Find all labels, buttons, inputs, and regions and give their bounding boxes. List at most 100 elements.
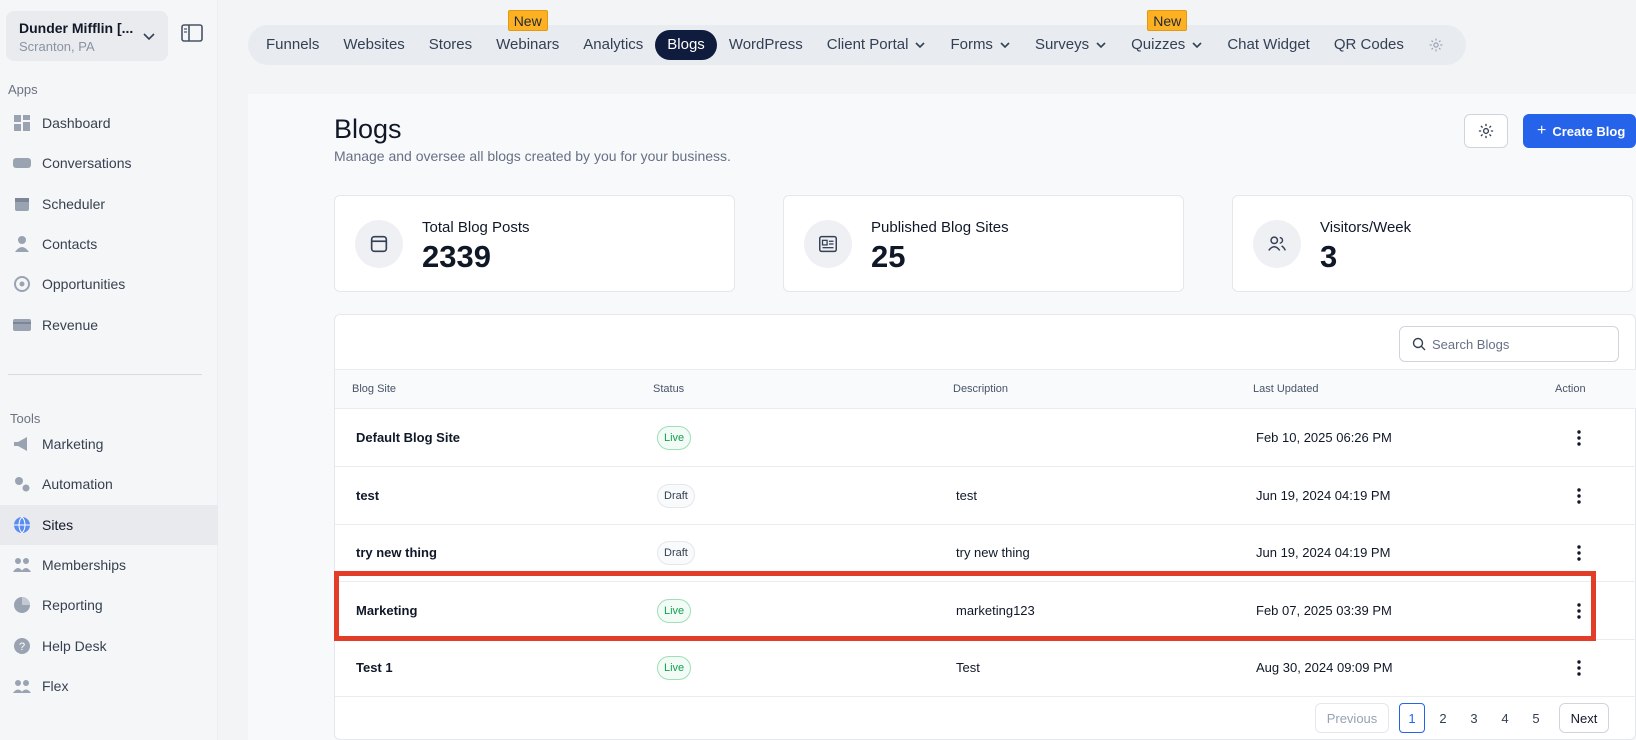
- tab-label: Chat Widget: [1227, 36, 1310, 53]
- previous-page-button[interactable]: Previous: [1315, 703, 1389, 733]
- chevron-down-icon: [915, 42, 926, 49]
- chevron-down-icon: [143, 33, 155, 41]
- calendar-page-icon: [355, 220, 403, 268]
- page-button[interactable]: 5: [1523, 703, 1549, 733]
- table-row[interactable]: test Draft test Jun 19, 2024 04:19 PM: [335, 468, 1636, 525]
- article-icon: [804, 220, 852, 268]
- page-button[interactable]: 1: [1399, 703, 1425, 733]
- sidebar-item-label: Opportunities: [42, 276, 126, 293]
- tab-label: Analytics: [583, 36, 644, 53]
- chevron-down-icon: [1192, 42, 1202, 49]
- create-blog-button[interactable]: + Create Blog: [1523, 114, 1636, 148]
- sidebar-item-dashboard[interactable]: Dashboard: [0, 103, 218, 143]
- status-badge: Live: [657, 656, 692, 680]
- sidebar-item-label: Sites: [42, 516, 74, 533]
- tab-client-portal[interactable]: Client Portal: [815, 30, 939, 60]
- blog-site-name[interactable]: Default Blog Site: [356, 430, 460, 445]
- tab-label: Funnels: [266, 36, 320, 53]
- column-header: Action: [1555, 383, 1586, 395]
- tab-blogs[interactable]: Blogs: [655, 30, 717, 60]
- target-icon: [12, 274, 32, 294]
- table-row[interactable]: Default Blog Site Live Feb 10, 2025 06:26 …: [335, 410, 1636, 467]
- sidebar-item-label: Revenue: [42, 316, 99, 333]
- tab-wordpress[interactable]: WordPress: [717, 30, 815, 60]
- blogs-table: Search Blogs Blog Site Status Descriptio…: [334, 314, 1636, 740]
- sidebar-item-opportunities[interactable]: Opportunities: [0, 264, 218, 304]
- new-badge: New: [1147, 10, 1188, 31]
- row-actions-button[interactable]: [1569, 428, 1589, 448]
- sidebar-item-sites[interactable]: Sites: [0, 504, 218, 545]
- table-row[interactable]: Test 1 Live Test Aug 30, 2024 09:09 PM: [335, 640, 1636, 697]
- page-button[interactable]: 3: [1461, 703, 1487, 733]
- blog-site-name[interactable]: Test 1: [356, 660, 393, 675]
- page-button[interactable]: 2: [1430, 703, 1456, 733]
- sidebar-item-scheduler[interactable]: Scheduler: [0, 184, 218, 224]
- last-updated: Jun 19, 2024 04:19 PM: [1256, 545, 1391, 560]
- stat-card: Published Blog Sites 25: [783, 195, 1184, 292]
- stat-value: 3: [1320, 239, 1338, 274]
- tab-label: WordPress: [728, 36, 803, 53]
- row-actions-button[interactable]: [1569, 486, 1589, 506]
- sidebar-item-contacts[interactable]: Contacts: [0, 224, 218, 264]
- page-subtitle: Manage and oversee all blogs created by …: [334, 148, 731, 164]
- stat-card: Total Blog Posts 2339: [334, 195, 735, 292]
- tab-funnels[interactable]: Funnels: [254, 30, 331, 60]
- tab-forms[interactable]: Forms: [938, 30, 1023, 60]
- sidebar-item-reporting[interactable]: Reporting: [0, 585, 218, 625]
- tab-webinars[interactable]: Webinars New: [484, 10, 571, 60]
- more-vertical-icon: [1577, 545, 1581, 561]
- top-navigation: Funnels Websites Stores Webinars New Analytic…: [248, 10, 1466, 65]
- stat-card: Visitors/Week 3: [1232, 195, 1633, 292]
- sidebar-item-help-desk[interactable]: ? Help Desk: [0, 626, 218, 666]
- tab-analytics[interactable]: Analytics: [571, 30, 655, 60]
- sidebar-toggle-icon[interactable]: [180, 22, 204, 44]
- chevron-down-icon: [1000, 42, 1010, 49]
- tab-chat-widget[interactable]: Chat Widget: [1215, 30, 1322, 60]
- sidebar-divider: [8, 374, 202, 375]
- more-vertical-icon: [1577, 660, 1581, 676]
- sidebar-item-revenue[interactable]: Revenue: [0, 305, 218, 345]
- column-header: Last Updated: [1253, 383, 1319, 395]
- row-actions-button[interactable]: [1569, 543, 1589, 563]
- people-icon: [12, 555, 32, 575]
- tab-quizzes[interactable]: Quizzes New: [1119, 10, 1215, 60]
- blog-site-name[interactable]: try new thing: [356, 545, 437, 560]
- sidebar-item-label: Automation: [42, 476, 113, 493]
- chat-icon: [12, 153, 32, 173]
- apps-section-label: Apps: [8, 82, 38, 97]
- stat-label: Total Blog Posts: [422, 219, 530, 236]
- account-switcher[interactable]: Dunder Mifflin [... Scranton, PA: [6, 11, 168, 61]
- tab-stores[interactable]: Stores: [417, 30, 484, 60]
- users-icon: [1253, 220, 1301, 268]
- sidebar-item-marketing[interactable]: Marketing: [0, 424, 218, 464]
- search-input[interactable]: Search Blogs: [1399, 326, 1619, 362]
- megaphone-icon: [12, 434, 32, 454]
- plus-icon: +: [1537, 122, 1547, 139]
- column-header: Blog Site: [352, 383, 397, 395]
- blog-site-name[interactable]: test: [356, 488, 379, 503]
- calendar-icon: [12, 194, 32, 214]
- tab-qr-codes[interactable]: QR Codes: [1322, 30, 1416, 60]
- next-page-button[interactable]: Next: [1559, 703, 1609, 733]
- pie-icon: [12, 595, 32, 615]
- tab-label: Websites: [343, 36, 405, 53]
- sidebar: Dunder Mifflin [... Scranton, PA Apps Da…: [0, 0, 218, 740]
- tab-websites[interactable]: Websites: [331, 30, 416, 60]
- sidebar-item-label: Memberships: [42, 556, 127, 573]
- sidebar-item-memberships[interactable]: Memberships: [0, 545, 218, 585]
- nav-settings-button[interactable]: [1416, 30, 1456, 60]
- highlight-box: [334, 571, 1596, 641]
- tab-label: Stores: [428, 36, 473, 53]
- sidebar-item-flex[interactable]: Flex: [0, 666, 218, 706]
- page-button[interactable]: 4: [1492, 703, 1518, 733]
- sidebar-item-automation[interactable]: Automation: [0, 464, 218, 504]
- tab-surveys[interactable]: Surveys: [1023, 30, 1119, 60]
- blog-settings-button[interactable]: [1464, 114, 1508, 148]
- sidebar-item-conversations[interactable]: Conversations: [0, 143, 218, 183]
- row-actions-button[interactable]: [1569, 658, 1589, 678]
- gears-icon: [12, 474, 32, 494]
- search-icon: [1412, 337, 1426, 351]
- card-icon: [12, 315, 32, 335]
- tab-label: Surveys: [1034, 36, 1090, 53]
- account-name: Dunder Mifflin [...: [19, 20, 134, 36]
